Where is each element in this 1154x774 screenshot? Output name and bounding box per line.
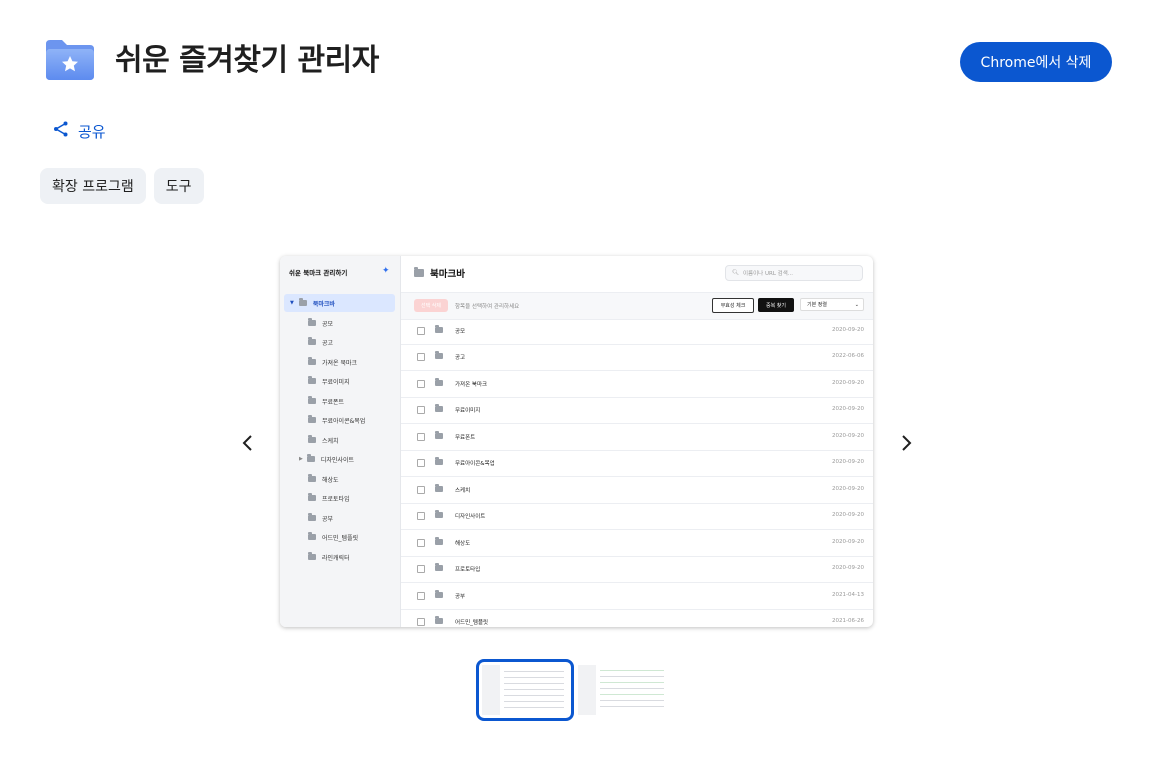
next-screenshot-button[interactable] bbox=[891, 428, 921, 458]
folder-icon bbox=[308, 493, 316, 501]
preview-tree-item: 가져온 북마크 bbox=[308, 353, 357, 371]
preview-row: 가져온 북마크 2020-09-20 bbox=[401, 371, 873, 398]
preview-tree-item: 어드민_템플릿 bbox=[308, 528, 358, 546]
folder-icon bbox=[435, 378, 443, 386]
folder-icon bbox=[435, 563, 443, 571]
preview-hint: 항목을 선택하여 관리하세요 bbox=[455, 304, 520, 310]
folder-icon bbox=[435, 457, 443, 465]
preview-row: 무료폰트 2020-09-20 bbox=[401, 424, 873, 451]
share-link[interactable]: 공유 bbox=[52, 120, 106, 142]
preview-row: 프로토타입 2020-09-20 bbox=[401, 556, 873, 583]
preview-sort-select: 기본 정렬 ⌄ bbox=[800, 298, 864, 311]
preview-row: 무료이미지 2020-09-20 bbox=[401, 397, 873, 424]
remove-from-chrome-button[interactable]: Chrome에서 삭제 bbox=[960, 42, 1112, 82]
preview-row: 공고 2022-06-06 bbox=[401, 344, 873, 371]
folder-icon bbox=[414, 267, 424, 277]
share-label: 공유 bbox=[78, 122, 106, 141]
folder-icon bbox=[308, 337, 316, 345]
app-title: 쉬운 즐겨찾기 관리자 bbox=[115, 43, 379, 78]
folder-icon bbox=[435, 590, 443, 598]
search-icon: 🔍︎ bbox=[732, 270, 739, 276]
preview-tree-item: ▼ 북마크바 bbox=[284, 294, 395, 312]
folder-icon bbox=[308, 513, 316, 521]
chip-extensions[interactable]: 확장 프로그램 bbox=[40, 168, 146, 204]
folder-icon bbox=[435, 351, 443, 359]
folder-icon bbox=[298, 298, 307, 306]
folder-icon bbox=[308, 474, 316, 482]
preview-row: 해상도 2020-09-20 bbox=[401, 530, 873, 557]
folder-icon bbox=[308, 357, 316, 365]
share-icon bbox=[52, 120, 70, 142]
preview-search: 🔍︎ 이름이나 URL 검색... bbox=[725, 265, 863, 281]
screenshot-preview: 쉬운 북마크 관리하기 ✦ ▼ 북마크바 공모 공고 가져온 북마크 무료이미지 … bbox=[280, 256, 873, 627]
preview-tree-item: 공모 bbox=[308, 314, 333, 332]
folder-icon bbox=[306, 454, 315, 462]
preview-sidebar: 쉬운 북마크 관리하기 ✦ ▼ 북마크바 공모 공고 가져온 북마크 무료이미지 … bbox=[280, 256, 401, 627]
preview-row: 어드민_템플릿 2021-06-26 bbox=[401, 609, 873, 627]
folder-icon bbox=[308, 396, 316, 404]
preview-sidebar-title: 쉬운 북마크 관리하기 bbox=[289, 269, 348, 277]
folder-icon bbox=[435, 484, 443, 492]
folder-icon bbox=[435, 404, 443, 412]
folder-icon bbox=[308, 435, 316, 443]
preview-delete-button: 선택 삭제 bbox=[414, 299, 448, 312]
folder-icon bbox=[435, 510, 443, 518]
folder-icon bbox=[435, 431, 443, 439]
plus-icon: ✦ bbox=[382, 266, 390, 276]
detail-header: 쉬운 즐겨찾기 관리자 Chrome에서 삭제 bbox=[0, 0, 1154, 110]
folder-icon bbox=[435, 325, 443, 333]
chevron-left-icon bbox=[242, 435, 252, 451]
preview-check-button: 무효성 체크 bbox=[712, 298, 754, 313]
preview-row: 스케치 2020-09-20 bbox=[401, 477, 873, 504]
thumbnail-2[interactable] bbox=[576, 661, 670, 719]
preview-toolbar: 선택 삭제 항목을 선택하여 관리하세요 무효성 체크 중복 찾기 기본 정렬 ⌄ bbox=[401, 292, 873, 320]
screenshot-thumbnails bbox=[476, 659, 670, 721]
preview-tree-item: 라인캐릭터 bbox=[308, 548, 350, 566]
preview-row: 디자인사이트 2020-09-20 bbox=[401, 503, 873, 530]
folder-icon bbox=[308, 318, 316, 326]
folder-icon bbox=[308, 552, 316, 560]
preview-duplicates-button: 중복 찾기 bbox=[758, 298, 794, 312]
folder-icon bbox=[308, 532, 316, 540]
preview-tree-item: 공고 bbox=[308, 333, 333, 351]
folder-icon bbox=[435, 616, 443, 624]
previous-screenshot-button[interactable] bbox=[233, 428, 263, 458]
chevron-down-icon: ⌄ bbox=[854, 301, 859, 308]
thumbnail-1[interactable] bbox=[476, 659, 574, 721]
folder-icon bbox=[435, 537, 443, 545]
preview-row: 공모 2020-09-20 bbox=[401, 318, 873, 345]
chip-tools[interactable]: 도구 bbox=[153, 168, 204, 204]
preview-row: 공부 2021-04-13 bbox=[401, 583, 873, 610]
preview-tree-item: 해상도 bbox=[308, 470, 339, 488]
preview-tree-item: 무료이미지 bbox=[308, 372, 350, 390]
preview-tree-item: 무료아이콘&목업 bbox=[308, 411, 365, 429]
folder-icon bbox=[308, 415, 316, 423]
folder-icon bbox=[308, 376, 316, 384]
preview-tree-item: 프로토타입 bbox=[308, 489, 350, 507]
preview-tree-item: 무료폰트 bbox=[308, 392, 344, 410]
preview-tree-item: 공부 bbox=[308, 509, 333, 527]
preview-row: 무료아이콘&목업 2020-09-20 bbox=[401, 450, 873, 477]
preview-main-title: 북마크바 bbox=[414, 266, 465, 280]
preview-tree-item: ▶ 디자인사이트 bbox=[299, 454, 354, 464]
chevron-right-icon bbox=[902, 435, 912, 451]
category-chips: 확장 프로그램 도구 bbox=[40, 168, 204, 204]
preview-tree-item: 스케치 bbox=[308, 431, 339, 449]
folder-star-icon bbox=[44, 38, 96, 82]
